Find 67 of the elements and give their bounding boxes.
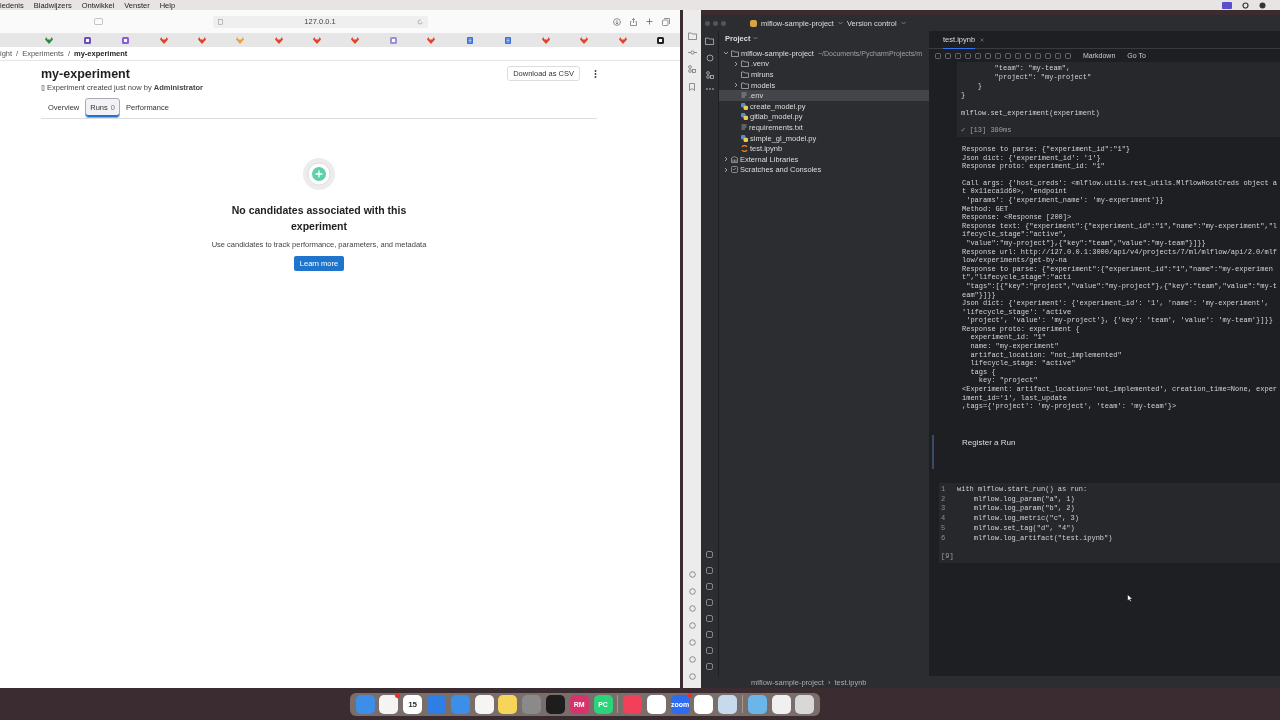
python-file-icon — [741, 134, 748, 142]
close-icon[interactable] — [980, 37, 985, 42]
status-icon[interactable] — [1222, 1, 1232, 9]
python-file-icon — [741, 113, 748, 121]
square-favicon-icon[interactable] — [657, 36, 665, 44]
chevron-right-icon[interactable] — [733, 60, 739, 67]
scratch-icon — [731, 166, 738, 174]
settings-icon[interactable] — [1242, 1, 1249, 9]
chevron-down-icon — [900, 21, 906, 25]
more-options-icon[interactable] — [594, 69, 597, 78]
download-icon[interactable] — [613, 17, 621, 26]
python-file-icon — [741, 102, 748, 110]
control-center-icon[interactable] — [1259, 1, 1266, 9]
empty-state-heading: No candidates associated with this experiment — [230, 203, 408, 234]
fox-favicon-icon[interactable] — [427, 36, 436, 44]
notebook-icon — [741, 145, 748, 153]
tool-window-icon[interactable] — [688, 571, 696, 578]
page-title: my-experiment — [41, 66, 131, 81]
tool-window-icon[interactable] — [688, 605, 696, 612]
fox-favicon-icon[interactable] — [618, 36, 627, 44]
library-icon — [731, 155, 738, 163]
fox-favicon-icon[interactable] — [542, 36, 551, 44]
chevron-down-icon — [837, 21, 843, 25]
tool-window-icon[interactable] — [706, 663, 713, 670]
structure-icon[interactable] — [705, 71, 714, 79]
document-favicon-icon[interactable] — [504, 36, 511, 44]
tool-window-icon[interactable] — [688, 588, 696, 595]
chevron-down-icon[interactable] — [723, 50, 729, 57]
fox-favicon-icon[interactable] — [312, 36, 321, 44]
fox-favicon-icon[interactable] — [580, 36, 589, 44]
tool-window-icon[interactable] — [706, 615, 713, 622]
fox-favicon-icon[interactable] — [198, 36, 207, 44]
tool-window-icon[interactable] — [706, 567, 713, 574]
fox-favicon-icon[interactable] — [274, 36, 283, 44]
tool-window-icon[interactable] — [706, 631, 713, 638]
chevron-right-icon[interactable] — [723, 156, 729, 163]
mouse-cursor-icon — [1127, 594, 1133, 602]
fox-favicon-icon[interactable] — [351, 36, 359, 44]
fox-favicon-icon[interactable] — [159, 36, 168, 44]
bookmark-icon[interactable] — [689, 83, 695, 91]
tool-window-icon[interactable] — [688, 656, 696, 663]
document-favicon-icon[interactable] — [466, 36, 473, 44]
project-badge-icon — [750, 19, 757, 27]
page-icon — [218, 18, 223, 25]
text-file-icon — [741, 92, 747, 100]
tool-window-icon[interactable] — [688, 622, 696, 629]
plus-icon[interactable] — [646, 18, 653, 25]
tool-window-icon[interactable] — [706, 551, 713, 558]
tool-window-icon[interactable] — [706, 599, 713, 606]
commit-icon[interactable] — [687, 50, 697, 55]
share-icon[interactable] — [630, 17, 637, 26]
chevron-down-icon — [753, 36, 759, 40]
fox-favicon-icon[interactable] — [236, 36, 245, 44]
add-illustration-icon — [302, 157, 336, 191]
tool-window-icon[interactable] — [706, 647, 713, 654]
structure-icon[interactable] — [688, 65, 696, 73]
tool-window-icon[interactable] — [706, 583, 713, 590]
tool-window-icon[interactable] — [688, 639, 696, 646]
tabs-icon[interactable] — [662, 17, 670, 26]
fox-favicon-icon[interactable] — [45, 36, 54, 44]
chevron-right-icon[interactable] — [733, 82, 739, 89]
tool-window-icon[interactable] — [688, 673, 696, 680]
chevron-right-icon[interactable] — [723, 166, 729, 173]
square-favicon-icon[interactable] — [83, 36, 91, 44]
calendar-icon[interactable]: 15 — [403, 694, 423, 714]
markdown-heading: Register a Run — [962, 437, 1016, 447]
text-file-icon — [741, 123, 747, 131]
